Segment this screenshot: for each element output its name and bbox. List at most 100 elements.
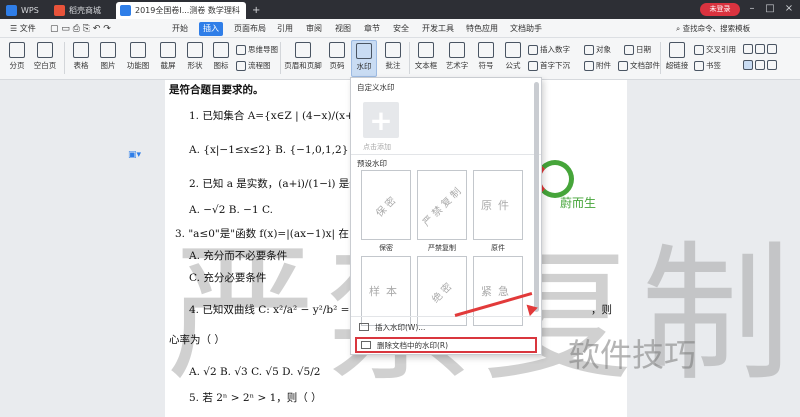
- label: 首字下沉: [540, 61, 570, 70]
- menu-doc-assistant[interactable]: 文档助手: [506, 22, 546, 36]
- symbol-button[interactable]: 符号: [475, 42, 497, 71]
- insert-watermark-item[interactable]: 插入水印(W)...: [355, 319, 537, 335]
- plus-icon: +: [369, 103, 393, 137]
- table-icon: [73, 42, 89, 58]
- tab-document[interactable]: 2019全国卷Ⅰ...测卷 数学理科: [116, 2, 246, 19]
- file-menu[interactable]: ☰ 文件: [6, 22, 40, 36]
- bookmark-button[interactable]: 书签: [694, 60, 721, 71]
- tab-wps[interactable]: WPS: [2, 2, 46, 19]
- cross-reference-button[interactable]: 交叉引用: [694, 44, 736, 55]
- preset-text: 紧急: [481, 285, 515, 298]
- blank-page-button[interactable]: 空白页: [32, 42, 58, 71]
- doc-parts-button[interactable]: 文档部件: [618, 60, 660, 71]
- menu-page-layout[interactable]: 页面布局: [230, 22, 270, 36]
- page-break-icon: [9, 42, 25, 58]
- label: 表格: [73, 61, 89, 70]
- hyperlink-button[interactable]: 超链接: [664, 42, 690, 71]
- divider: [660, 42, 661, 74]
- overlay-caption: 软件技巧: [568, 336, 697, 374]
- comment-button[interactable]: 批注: [382, 42, 404, 71]
- question-line: 心率为（ ）: [169, 334, 225, 346]
- label: 功能图: [126, 61, 150, 70]
- preset-watermark-tile[interactable]: 原件: [473, 170, 523, 240]
- label: 公式: [505, 61, 521, 70]
- preset-text: 绝密: [430, 279, 457, 306]
- attachment-button[interactable]: 附件: [584, 60, 611, 71]
- tab-docer-shop[interactable]: 稻壳商城: [50, 2, 112, 19]
- menu-review[interactable]: 审阅: [302, 22, 326, 36]
- menu-start[interactable]: 开始: [168, 22, 192, 36]
- navigation-pane-icon[interactable]: ▣▾: [128, 150, 141, 160]
- watermark-dropdown-menu: 自定义水印 + 点击添加 预设水印 保密 严禁复制 原件 保密 严禁复制 原件 …: [350, 77, 542, 355]
- question-line: A. {x|−1≤x≤2} B. {−1,0,1,2}: [189, 144, 349, 156]
- blank-page-icon: [37, 42, 53, 58]
- layout-toggle-button[interactable]: [743, 44, 779, 54]
- table-button[interactable]: 表格: [70, 42, 92, 71]
- preset-text: 严禁复制: [421, 184, 466, 229]
- quick-access-icons[interactable]: ▢ ▭ ⎙ ⎘ ↶ ↷: [46, 22, 115, 36]
- flowchart-icon: [236, 60, 246, 71]
- preset-label: 严禁复制: [428, 244, 456, 252]
- object-button[interactable]: 对象: [584, 44, 611, 55]
- date-button[interactable]: 日期: [624, 44, 651, 55]
- label: 批注: [385, 61, 401, 70]
- page-number-icon: [329, 42, 345, 58]
- picture-button[interactable]: 图片: [97, 42, 119, 71]
- maximize-icon[interactable]: □: [762, 2, 778, 16]
- calendar-icon: [624, 44, 634, 55]
- search-command-input[interactable]: ⌕ 查找命令、搜索模板: [676, 23, 750, 34]
- function-chart-button[interactable]: 功能图: [124, 42, 152, 71]
- ribbon-toolbar: 分页 空白页 表格 图片 功能图 截屏 形状 图标 思维导图 流程图 页眉和页脚…: [0, 38, 800, 80]
- divider: [409, 42, 410, 74]
- menu-references[interactable]: 引用: [273, 22, 297, 36]
- menu-view[interactable]: 视图: [331, 22, 355, 36]
- function-chart-icon: [130, 42, 146, 58]
- label: 空白页: [33, 61, 57, 70]
- flowchart-button[interactable]: 流程图: [236, 60, 271, 71]
- tab-label: 稻壳商城: [69, 6, 101, 15]
- close-icon[interactable]: ×: [781, 2, 797, 16]
- login-button[interactable]: 未登录: [700, 3, 740, 16]
- page-break-button[interactable]: 分页: [6, 42, 28, 71]
- question-line: 5. 若 2ⁿ > 2ⁿ > 1，则（ ）: [189, 392, 322, 404]
- delete-watermark-item[interactable]: 删除文档中的水印(R): [355, 337, 537, 353]
- label: 思维导图: [248, 45, 278, 54]
- screenshot-button[interactable]: 截屏: [157, 42, 179, 71]
- preset-watermark-heading: 预设水印: [357, 159, 387, 168]
- search-hint-text: 查找命令、搜索模板: [682, 24, 751, 33]
- menu-security[interactable]: 安全: [389, 22, 413, 36]
- shape-icon: [187, 42, 203, 58]
- file-menu-label: 文件: [19, 24, 36, 33]
- insert-number-button[interactable]: 插入数字: [528, 44, 570, 55]
- mind-map-button[interactable]: 思维导图: [236, 44, 278, 55]
- minimize-icon[interactable]: –: [744, 2, 760, 16]
- menu-insert[interactable]: 插入: [199, 22, 223, 36]
- menu-chapter[interactable]: 章节: [360, 22, 384, 36]
- menu-developer[interactable]: 开发工具: [418, 22, 458, 36]
- view-toggle-button[interactable]: [743, 60, 779, 70]
- page-number-button[interactable]: 页码: [326, 42, 348, 71]
- question-line: A. √2 B. √3 C. √5 D. √5/2: [189, 366, 321, 378]
- textbox-button[interactable]: 文本框: [413, 42, 439, 71]
- tab-label: 2019全国卷Ⅰ...测卷 数学理科: [135, 6, 240, 15]
- watermark-button[interactable]: 水印: [351, 40, 377, 77]
- bookmark-icon: [694, 60, 704, 71]
- label: 图标: [213, 61, 229, 70]
- add-watermark-button[interactable]: +: [363, 102, 399, 138]
- preset-watermark-tile[interactable]: 保密: [361, 170, 411, 240]
- word-art-button[interactable]: 艺术字: [444, 42, 470, 71]
- header-footer-button[interactable]: 页眉和页脚: [284, 42, 322, 71]
- new-tab-icon[interactable]: +: [248, 2, 260, 19]
- layout-icon: [755, 60, 765, 70]
- preset-watermark-tile[interactable]: 严禁复制: [417, 170, 467, 240]
- icon-button[interactable]: 图标: [211, 42, 231, 71]
- menu-features[interactable]: 特色应用: [462, 22, 502, 36]
- question-line: A. 充分而不必要条件: [189, 250, 288, 262]
- drop-cap-button[interactable]: 首字下沉: [528, 60, 570, 71]
- textbox-icon: [418, 42, 434, 58]
- object-icon: [584, 44, 594, 55]
- formula-button[interactable]: 公式: [502, 42, 524, 71]
- layout-icon: [767, 60, 777, 70]
- shape-button[interactable]: 形状: [184, 42, 206, 71]
- dropdown-scrollbar[interactable]: [534, 82, 539, 312]
